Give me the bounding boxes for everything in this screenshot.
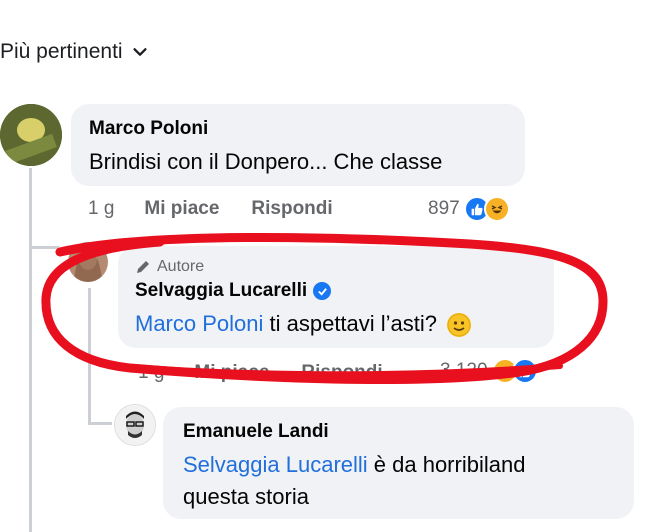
comment-text: Selvaggia Lucarelli è da horribiland que… (183, 449, 525, 513)
avatar[interactable] (114, 404, 156, 446)
comment-text-line2: questa storia (183, 484, 309, 509)
comment-text-line1: è da horribiland (367, 452, 526, 477)
comment-bubble: Emanuele Landi Selvaggia Lucarelli è da … (163, 407, 634, 519)
mention-link[interactable]: Selvaggia Lucarelli (183, 452, 368, 477)
comment-author[interactable]: Emanuele Landi (183, 421, 329, 443)
